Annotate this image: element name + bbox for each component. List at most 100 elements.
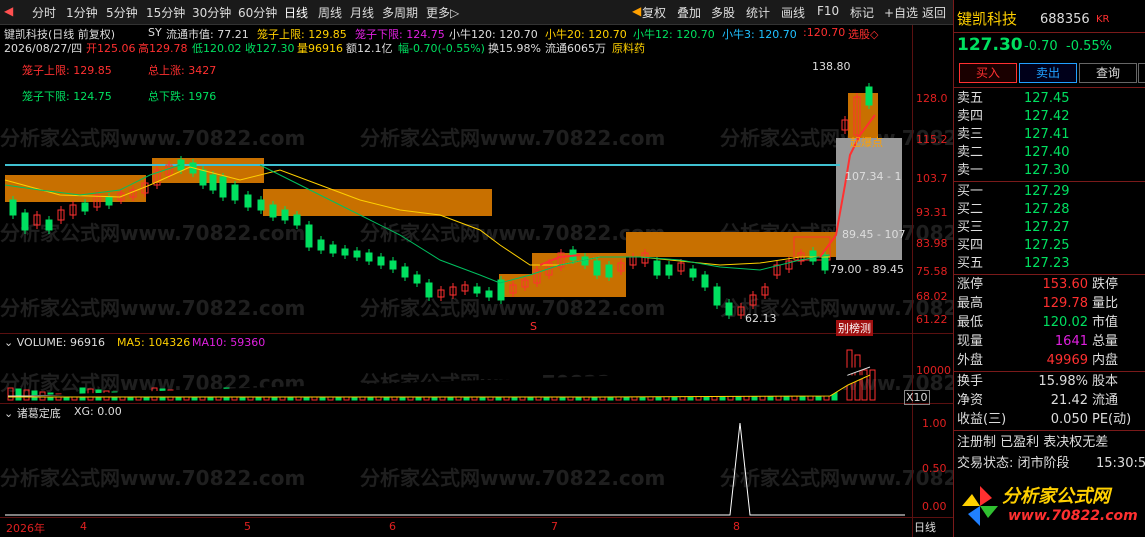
candle-body <box>45 219 53 231</box>
bid-price[interactable]: 127.28 <box>1024 201 1070 219</box>
s-marker: S <box>530 320 537 333</box>
candle-body <box>377 256 385 266</box>
volume-axis-tick: 10000 <box>916 364 951 377</box>
stat-value: 49969 <box>1046 353 1088 368</box>
candle-body <box>317 239 325 251</box>
btn-return[interactable]: 返回 <box>922 4 946 21</box>
ask-price[interactable]: 127.40 <box>1024 144 1070 162</box>
vol-ma10: MA10: 59360 <box>192 336 266 349</box>
bid-price[interactable]: 127.27 <box>1024 219 1070 237</box>
candle-body <box>199 169 207 186</box>
site-logo: 分析家公式网 www.70822.com <box>960 478 1142 534</box>
pick-stock-info[interactable]: 选股◇ <box>848 26 878 42</box>
chevron-down-icon[interactable]: ⌄ <box>4 336 13 349</box>
candle-body <box>701 274 709 288</box>
watermark-text: 分析家公式网www.70822.com <box>720 466 953 490</box>
tab-weekly[interactable]: 周线 <box>318 4 342 21</box>
bid-price[interactable]: 127.29 <box>1024 183 1070 201</box>
ask-price[interactable]: 127.30 <box>1024 162 1070 180</box>
price-tick: 115.2 <box>916 133 948 146</box>
bid-label: 买二 <box>957 202 984 217</box>
tab-5min[interactable]: 5分钟 <box>106 4 138 21</box>
btn-add-watch[interactable]: +自选 <box>884 4 918 21</box>
indicator-tick: 0.50 <box>922 462 947 475</box>
indicator-tick: 1.00 <box>922 417 947 430</box>
query-button[interactable]: 查询 <box>1079 63 1137 83</box>
scroll-handle[interactable] <box>1138 63 1145 83</box>
back-arrow-icon[interactable]: ◀ <box>4 4 13 18</box>
tab-daily[interactable]: 日线 <box>284 4 308 21</box>
candle-body <box>665 264 673 276</box>
candle-body <box>809 250 817 262</box>
btn-multi-stock[interactable]: 多股 <box>711 4 735 21</box>
red-tail-info: :120.70 <box>803 26 846 39</box>
ask-price[interactable]: 127.42 <box>1024 108 1070 126</box>
bid-price[interactable]: 127.25 <box>1024 237 1070 255</box>
axis-divider <box>912 25 913 537</box>
watermark-text: 分析家公式网www.70822.com <box>360 126 665 150</box>
quote-price: 127.30 <box>957 35 1023 55</box>
panel-divider-3 <box>0 517 953 518</box>
trough-price-label: 62.13 <box>745 312 777 325</box>
kline-chart[interactable]: 分析家公式网www.70822.com 分析家公式网www.70822.com 分析… <box>0 25 953 537</box>
tab-15min[interactable]: 15分钟 <box>146 4 185 21</box>
tab-multi-period[interactable]: 多周期 <box>382 4 418 21</box>
sell-button[interactable]: 卖出 <box>1019 63 1077 83</box>
btn-overlay[interactable]: 叠加 <box>677 4 701 21</box>
ask-price[interactable]: 127.41 <box>1024 126 1070 144</box>
concept-label: 原料药 <box>612 42 645 55</box>
btn-stats[interactable]: 统计 <box>746 4 770 21</box>
close-label: 收127.30 <box>245 42 295 55</box>
btn-draw[interactable]: 画线 <box>781 4 805 21</box>
tab-monthly[interactable]: 月线 <box>350 4 374 21</box>
period-tag[interactable]: 日线 <box>914 519 936 535</box>
price-tick: 61.22 <box>916 313 948 326</box>
candle-body <box>305 224 313 248</box>
panel-divider-2 <box>0 403 953 404</box>
candle-body <box>293 214 301 226</box>
stat-value: 0.050 <box>1050 412 1088 427</box>
stat-label: PE(动) <box>1092 412 1132 427</box>
price-tick: 103.7 <box>916 172 948 185</box>
volume-panel-title: ⌄ VOLUME: 96916 <box>4 336 105 349</box>
buy-button[interactable]: 买入 <box>959 63 1017 83</box>
bid-label: 买一 <box>957 184 984 199</box>
vol-ma5: MA5: 104326 <box>117 336 191 349</box>
quote-stock-name: 键凯科技 <box>957 10 1018 28</box>
quote-panel: 键凯科技 688356 KR 127.30 -0.70 -0.55% 买入 卖出… <box>953 0 1145 537</box>
candle-body <box>485 290 493 298</box>
arrow-left-icon[interactable]: ◀ <box>632 4 641 18</box>
candle-body <box>281 209 289 221</box>
pinwheel-logo-icon <box>962 486 998 526</box>
tab-more[interactable]: 更多▷ <box>426 4 459 21</box>
bid-price[interactable]: 127.23 <box>1024 255 1070 273</box>
logo-text: 分析家公式网 <box>1002 486 1110 507</box>
price-tick: 68.02 <box>916 290 948 303</box>
float-shares-label: 流通6065万 <box>545 42 606 55</box>
btn-fuquan[interactable]: 复权 <box>642 4 666 21</box>
candle-body <box>725 302 733 316</box>
cage-box <box>626 232 839 257</box>
tab-fenshi[interactable]: 分时 <box>32 4 56 21</box>
btn-f10[interactable]: F10 <box>817 4 839 18</box>
panel-divider-1 <box>0 333 953 334</box>
candle-body <box>81 202 89 212</box>
candle-body <box>231 184 239 201</box>
tab-60min[interactable]: 60分钟 <box>238 4 277 21</box>
stat-label: 流通 <box>1092 393 1119 408</box>
time-tick: 6 <box>389 520 396 533</box>
price-zone-box <box>836 138 902 260</box>
tab-30min[interactable]: 30分钟 <box>192 4 231 21</box>
stat-label: 收益(三) <box>957 412 1007 427</box>
date-label: 2026/08/27/四 <box>4 42 83 55</box>
candle-body <box>21 212 29 231</box>
chevron-down-icon[interactable]: ⌄ <box>4 407 13 420</box>
candle-body <box>593 260 601 276</box>
volume-label: 量96916 <box>297 42 343 55</box>
time-tick: 4 <box>80 520 87 533</box>
ask-price[interactable]: 127.45 <box>1024 90 1070 108</box>
btn-mark[interactable]: 标记 <box>850 4 874 21</box>
tab-1min[interactable]: 1分钟 <box>66 4 98 21</box>
stat-label: 量比 <box>1092 296 1119 311</box>
tag-badge: 别榜测 <box>836 320 873 336</box>
